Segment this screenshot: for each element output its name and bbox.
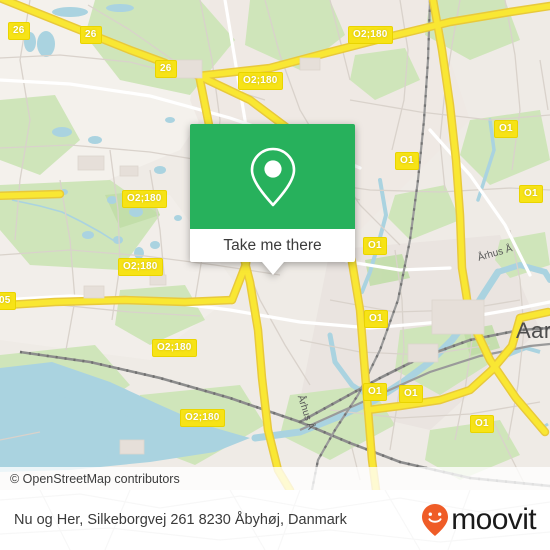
road-shield: O1 [494,120,518,138]
moovit-pin-smiley-icon [422,504,449,536]
road-shield: O1 [364,310,388,328]
take-me-there-label: Take me there [223,236,322,254]
city-label: Aar [516,318,550,343]
popup-action-bar[interactable]: Take me there [190,229,355,262]
location-address-text: Nu og Her, Silkeborgvej 261 8230 Åbyhøj,… [14,512,347,528]
road-shield: O2;180 [348,26,393,44]
road-shield: O2;180 [122,190,167,208]
map-canvas[interactable]: 26 26 26 O2;180 O2;180 O1 O1 O1 O2;180 O… [0,0,550,490]
road-shield: O2;180 [152,339,197,357]
moovit-brand-logo[interactable]: moovit [420,503,537,537]
map-attribution-bar: © OpenStreetMap contributors [0,467,550,490]
moovit-map-screenshot: 26 26 26 O2;180 O2;180 O1 O1 O1 O2;180 O… [0,0,550,550]
location-popup-card[interactable]: Take me there [190,124,355,275]
road-shield: O1 [399,385,423,403]
road-shield: O2;180 [180,409,225,427]
road-shield: O2;180 [238,72,283,90]
osm-attribution-text: © OpenStreetMap contributors [10,471,180,486]
road-shield: O1 [363,383,387,401]
road-shield: 05 [0,292,16,310]
footer-bar: Nu og Her, Silkeborgvej 261 8230 Åbyhøj,… [0,490,550,550]
road-shield: O1 [470,415,494,433]
road-shield: O2;180 [118,258,163,276]
popup-image-area [190,124,355,229]
road-shield: 26 [80,26,102,44]
road-shield: O1 [519,185,543,203]
location-pin-icon [250,147,295,206]
road-shield: 26 [155,60,177,78]
road-shield: O1 [395,152,419,170]
popup-pointer-tail [261,262,284,275]
road-shield: 26 [8,22,30,40]
road-shield: O1 [363,237,387,255]
moovit-wordmark: moovit [451,503,536,536]
